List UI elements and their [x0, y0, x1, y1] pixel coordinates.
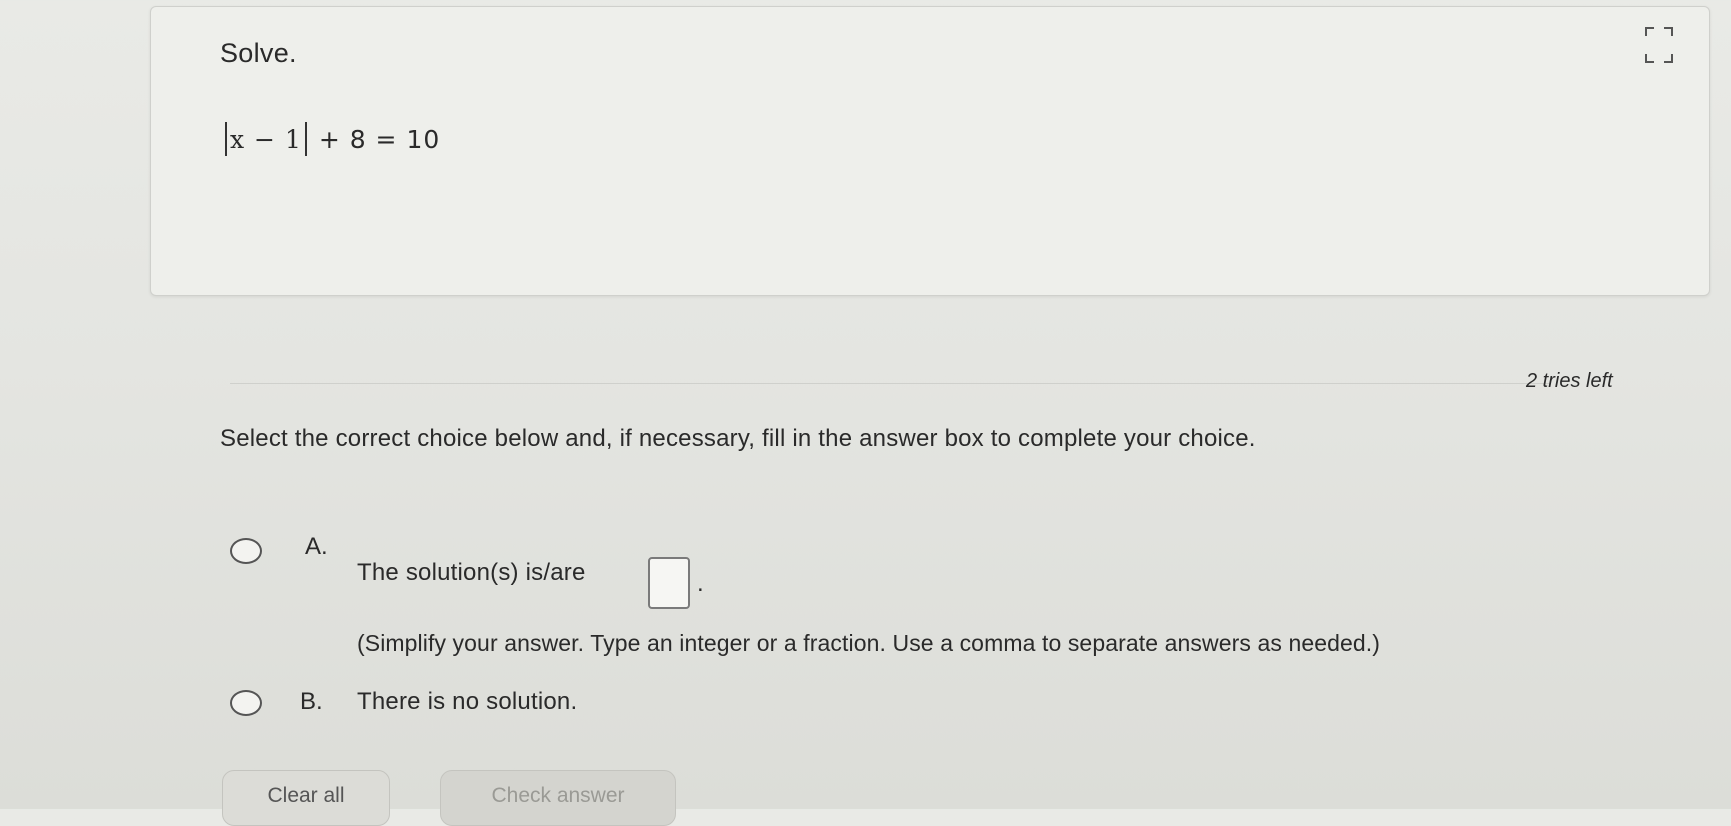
choice-a-radio[interactable]	[230, 538, 262, 564]
choice-b-text: There is no solution.	[357, 688, 578, 715]
instructions: Select the correct choice below and, if …	[220, 425, 1256, 452]
choice-a-letter: A.	[305, 533, 328, 560]
equation: x − 1 + 8 = 10	[222, 122, 440, 156]
tries-left-label: 2 tries left	[1526, 370, 1613, 392]
expand-icon[interactable]	[1640, 22, 1678, 68]
equation-abs-expression: x − 1	[230, 125, 302, 154]
choice-b-radio[interactable]	[230, 690, 262, 716]
abs-bar-right	[304, 122, 307, 156]
choice-b-letter: B.	[300, 688, 323, 715]
divider	[230, 383, 1550, 384]
check-answer-button[interactable]: Check answer	[440, 770, 676, 826]
abs-bar-left	[225, 122, 227, 156]
answer-input[interactable]	[648, 557, 690, 609]
choice-a-hint: (Simplify your answer. Type an integer o…	[357, 630, 1381, 656]
equation-rest: + 8 = 10	[318, 125, 441, 154]
problem-title: Solve.	[220, 38, 297, 68]
choice-a-text: The solution(s) is/are	[357, 559, 586, 586]
clear-all-button[interactable]: Clear all	[222, 770, 390, 826]
answer-period: .	[697, 570, 704, 597]
